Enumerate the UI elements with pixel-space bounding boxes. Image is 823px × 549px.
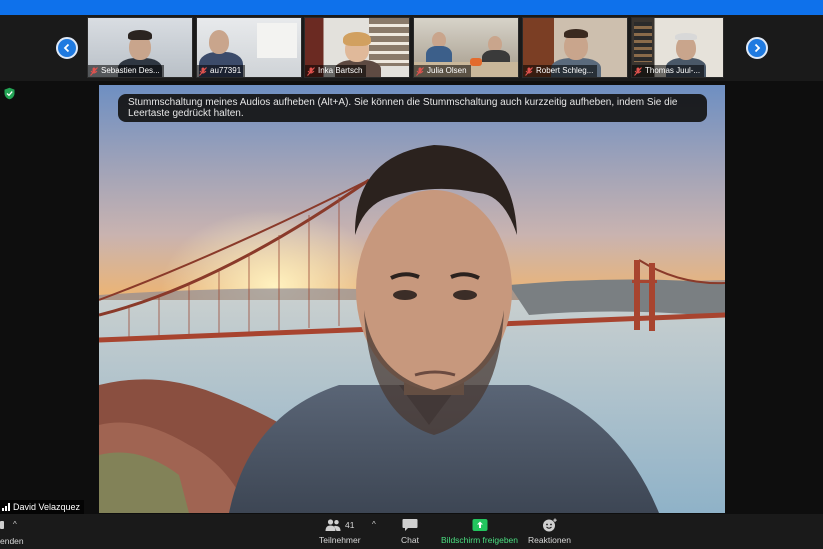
participant-name: Robert Schleg... <box>536 66 594 75</box>
speaker-name: David Velazquez <box>13 502 81 512</box>
reactions-button[interactable]: Reaktionen <box>528 518 571 545</box>
participant-name-label: au77391 <box>197 65 246 77</box>
participant-name: Julia Olsen <box>427 66 467 75</box>
participant-name-label: Sebastien Des... <box>88 65 164 77</box>
chat-label: Chat <box>401 535 419 545</box>
participant-tile[interactable]: au77391 <box>196 17 302 78</box>
participant-name: Thomas Juul-... <box>645 66 701 75</box>
participant-tile[interactable]: Julia Olsen <box>413 17 519 78</box>
mic-muted-icon <box>90 66 98 76</box>
security-shield-icon[interactable] <box>3 87 16 100</box>
mic-muted-icon <box>634 66 642 76</box>
share-screen-button[interactable]: Bildschirm freigeben <box>441 518 518 545</box>
gallery-next-button[interactable] <box>746 37 768 59</box>
chat-icon <box>402 519 418 531</box>
end-label[interactable]: enden <box>0 536 24 546</box>
participant-name-label: Robert Schleg... <box>523 65 598 77</box>
share-label: Bildschirm freigeben <box>441 535 519 545</box>
participants-count: 41 <box>345 520 355 530</box>
reactions-label: Reaktionen <box>528 535 572 545</box>
participant-name-label: Thomas Juul-... <box>632 65 705 77</box>
mic-muted-icon <box>525 66 533 76</box>
participant-tile[interactable]: Sebastien Des... <box>87 17 193 78</box>
caret-up-icon[interactable]: ^ <box>13 520 17 529</box>
participants-icon <box>325 519 341 531</box>
share-screen-icon <box>472 519 487 531</box>
mic-muted-icon <box>199 66 207 76</box>
participants-button[interactable]: 41 Teilnehmer <box>319 518 361 545</box>
chat-button[interactable]: Chat <box>401 518 419 545</box>
mic-muted-icon <box>307 66 315 76</box>
tooltip-text: Stummschaltung meines Audios aufheben (A… <box>128 97 678 119</box>
speaker-video-frame <box>99 85 725 513</box>
unmute-tooltip: Stummschaltung meines Audios aufheben (A… <box>118 94 707 122</box>
participants-label: Teilnehmer <box>319 535 361 545</box>
participants-caret-icon[interactable]: ^ <box>372 520 376 529</box>
chevron-right-icon <box>754 43 761 53</box>
participant-tile[interactable]: Robert Schleg... <box>522 17 628 78</box>
participant-name-label: Inka Bartsch <box>305 65 367 77</box>
gallery-prev-button[interactable] <box>56 37 78 59</box>
reactions-icon <box>542 518 557 532</box>
chevron-left-icon <box>63 43 70 53</box>
participant-name-label: Julia Olsen <box>414 65 471 77</box>
active-speaker-video <box>99 85 725 513</box>
participant-tile[interactable]: Inka Bartsch <box>304 17 410 78</box>
participant-name: Sebastien Des... <box>101 66 160 75</box>
window-title-bar <box>0 0 823 15</box>
mic-muted-icon <box>416 66 424 76</box>
meeting-toolbar: ^ enden 41 Teilnehmer ^ Chat Bildschirm … <box>0 514 823 549</box>
signal-bars-icon <box>2 503 10 511</box>
participant-name: Inka Bartsch <box>318 66 363 75</box>
partial-toolbar-icon <box>0 521 4 529</box>
speaker-name-label: David Velazquez <box>0 500 85 514</box>
participant-name: au77391 <box>210 66 242 75</box>
participant-tile[interactable]: Thomas Juul-... <box>631 17 724 78</box>
